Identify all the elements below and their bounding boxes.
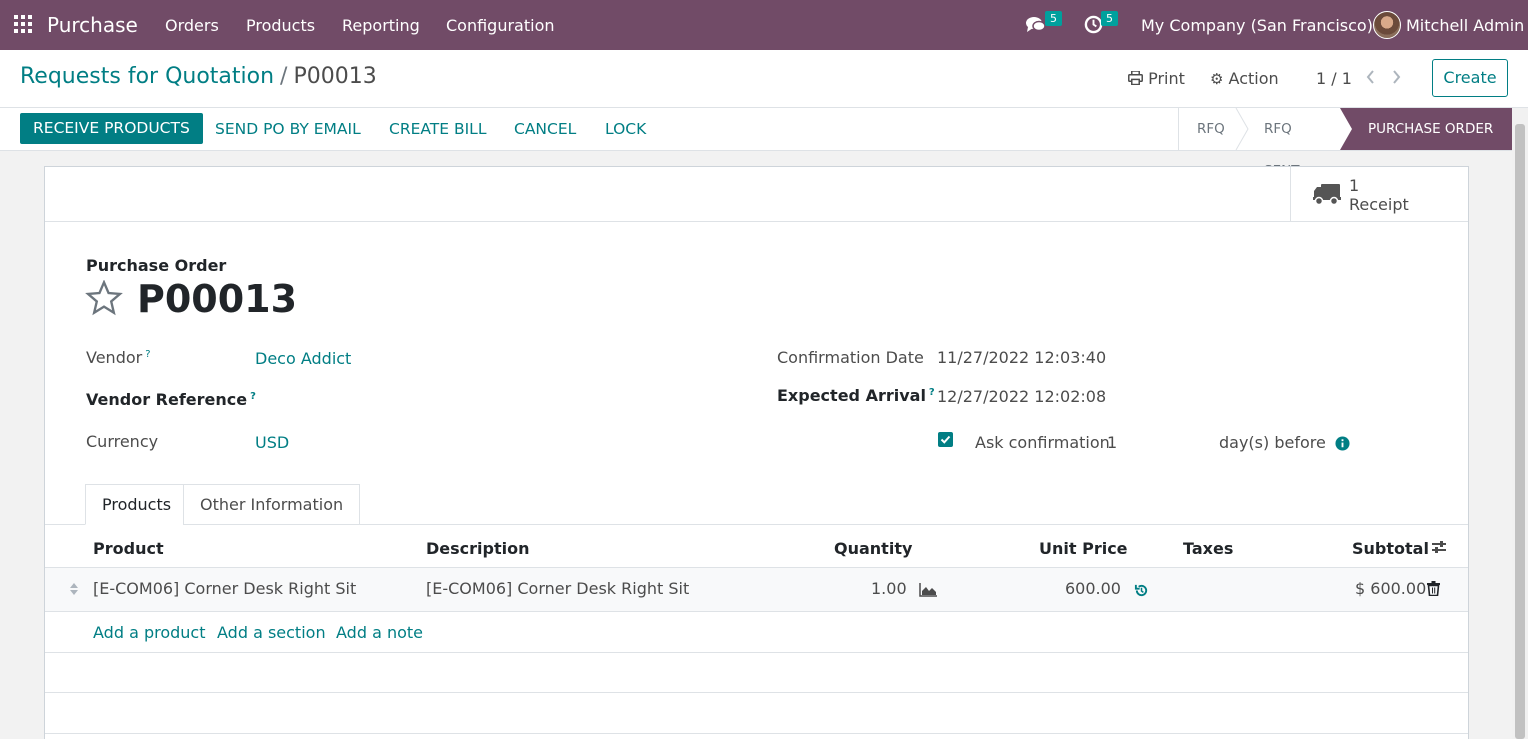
print-button[interactable]: Print xyxy=(1128,69,1185,88)
cell-subtotal: $ 600.00 xyxy=(1355,579,1427,598)
stage-arrow xyxy=(1235,108,1249,150)
expected-arrival-field[interactable]: 12/27/2022 12:02:08 xyxy=(937,387,1106,406)
ask-confirmation-days-field[interactable]: 1 xyxy=(1107,433,1207,452)
action-button[interactable]: ⚙ Action xyxy=(1210,69,1279,88)
tab-other-information[interactable]: Other Information xyxy=(183,484,361,525)
vendor-reference-label: Vendor Reference? xyxy=(86,390,256,409)
menu-products[interactable]: Products xyxy=(246,16,315,35)
statusbar: RECEIVE PRODUCTS SEND PO BY EMAIL CREATE… xyxy=(0,108,1528,179)
pager-previous-icon[interactable] xyxy=(1365,69,1375,85)
messages-badge: 5 xyxy=(1045,11,1062,26)
help-tooltip[interactable]: ? xyxy=(145,349,150,360)
vendor-reference-label-text: Vendor Reference xyxy=(86,390,248,409)
ask-confirmation-label: Ask confirmation xyxy=(975,433,1110,452)
row-divider xyxy=(45,611,1468,612)
create-bill-button[interactable]: CREATE BILL xyxy=(389,120,486,138)
menu-reporting[interactable]: Reporting xyxy=(342,16,420,35)
column-header-subtotal[interactable]: Subtotal xyxy=(1352,539,1429,558)
breadcrumb-separator: / xyxy=(280,64,288,89)
cell-quantity[interactable]: 1.00 xyxy=(871,579,907,598)
stage-divider xyxy=(1178,108,1179,150)
add-product-link[interactable]: Add a product xyxy=(93,623,206,642)
action-label: Action xyxy=(1228,69,1279,88)
row-divider xyxy=(45,652,1468,653)
avatar[interactable] xyxy=(1373,11,1401,39)
checkmark-icon xyxy=(940,435,951,444)
control-panel: Requests for Quotation / P00013 Print ⚙ Ac… xyxy=(0,50,1528,108)
forecast-chart-icon[interactable] xyxy=(919,583,938,597)
days-before-label: day(s) before xyxy=(1219,433,1326,452)
top-navbar: Purchase Orders Products Reporting Confi… xyxy=(0,0,1528,50)
expected-arrival-label-text: Expected Arrival xyxy=(777,386,926,405)
stage-purchase-order[interactable]: PURCHASE ORDER xyxy=(1340,108,1512,150)
cell-description[interactable]: [E-COM06] Corner Desk Right Sit xyxy=(426,579,689,598)
send-po-by-email-button[interactable]: SEND PO BY EMAIL xyxy=(215,120,361,138)
activities-badge: 5 xyxy=(1101,11,1118,26)
app-name[interactable]: Purchase xyxy=(47,13,138,37)
menu-configuration[interactable]: Configuration xyxy=(446,16,555,35)
receive-products-button[interactable]: RECEIVE PRODUCTS xyxy=(20,113,203,144)
record-name: P00013 xyxy=(137,277,298,321)
stage-rfq[interactable]: RFQ xyxy=(1197,108,1225,150)
apps-grid-icon[interactable] xyxy=(14,15,34,35)
optional-columns-icon[interactable] xyxy=(1431,539,1447,555)
form-sheet: 1 Receipt Purchase Order P00013 Vendor? … xyxy=(44,166,1469,739)
button-box: 1 Receipt xyxy=(45,167,1468,222)
cell-product[interactable]: [E-COM06] Corner Desk Right Sit xyxy=(93,579,356,598)
receipt-count: 1 xyxy=(1349,176,1360,195)
truck-icon xyxy=(1313,184,1341,206)
help-tooltip[interactable]: ? xyxy=(929,387,935,398)
row-divider xyxy=(45,692,1468,693)
column-header-taxes[interactable]: Taxes xyxy=(1183,539,1233,558)
column-header-quantity[interactable]: Quantity xyxy=(834,539,912,558)
vendor-field[interactable]: Deco Addict xyxy=(255,349,351,368)
add-section-link[interactable]: Add a section xyxy=(217,623,326,642)
ask-confirmation-checkbox[interactable] xyxy=(938,432,953,447)
cancel-button[interactable]: CANCEL xyxy=(514,120,576,138)
expected-arrival-label: Expected Arrival? xyxy=(777,386,935,405)
breadcrumb-parent[interactable]: Requests for Quotation xyxy=(20,64,274,89)
print-icon xyxy=(1128,70,1143,86)
currency-field[interactable]: USD xyxy=(255,433,289,452)
stage-rfq-sent[interactable]: RFQ SENT xyxy=(1264,108,1299,179)
receipt-label: Receipt xyxy=(1349,195,1409,214)
scrollbar-thumb[interactable] xyxy=(1515,124,1525,739)
gear-icon: ⚙ xyxy=(1210,70,1224,88)
column-header-unit-price[interactable]: Unit Price xyxy=(1039,539,1128,558)
pager-value[interactable]: 1 / 1 xyxy=(1316,69,1352,88)
vendor-reference-field[interactable] xyxy=(255,390,515,412)
currency-label: Currency xyxy=(86,432,159,451)
confirmation-date-label: Confirmation Date xyxy=(777,348,924,367)
company-switcher[interactable]: My Company (San Francisco) xyxy=(1141,16,1373,35)
print-label: Print xyxy=(1148,69,1185,88)
history-icon[interactable] xyxy=(1134,583,1149,598)
vendor-label: Vendor? xyxy=(86,348,151,367)
receipt-smart-button[interactable]: 1 Receipt xyxy=(1290,167,1468,221)
drag-handle-icon[interactable] xyxy=(69,582,79,596)
tab-products[interactable]: Products xyxy=(85,484,189,525)
user-menu[interactable]: Mitchell Admin xyxy=(1406,16,1524,35)
column-header-description[interactable]: Description xyxy=(426,539,529,558)
vendor-label-text: Vendor xyxy=(86,348,143,367)
create-button[interactable]: Create xyxy=(1432,59,1508,97)
breadcrumb-current: P00013 xyxy=(293,64,377,89)
trash-icon[interactable] xyxy=(1427,581,1440,596)
pager-next-icon[interactable] xyxy=(1392,69,1402,85)
breadcrumb: Requests for Quotation / P00013 xyxy=(20,64,377,89)
column-header-product[interactable]: Product xyxy=(93,539,164,558)
messages-icon[interactable] xyxy=(1025,15,1047,35)
menu-orders[interactable]: Orders xyxy=(165,16,219,35)
confirmation-date-field[interactable]: 11/27/2022 12:03:40 xyxy=(937,348,1106,367)
cell-unit-price[interactable]: 600.00 xyxy=(1065,579,1121,598)
doc-type-label: Purchase Order xyxy=(86,256,227,275)
star-icon[interactable] xyxy=(85,280,123,316)
add-note-link[interactable]: Add a note xyxy=(336,623,423,642)
info-icon[interactable] xyxy=(1335,436,1350,451)
lock-button[interactable]: LOCK xyxy=(605,120,646,138)
row-divider xyxy=(45,733,1468,734)
